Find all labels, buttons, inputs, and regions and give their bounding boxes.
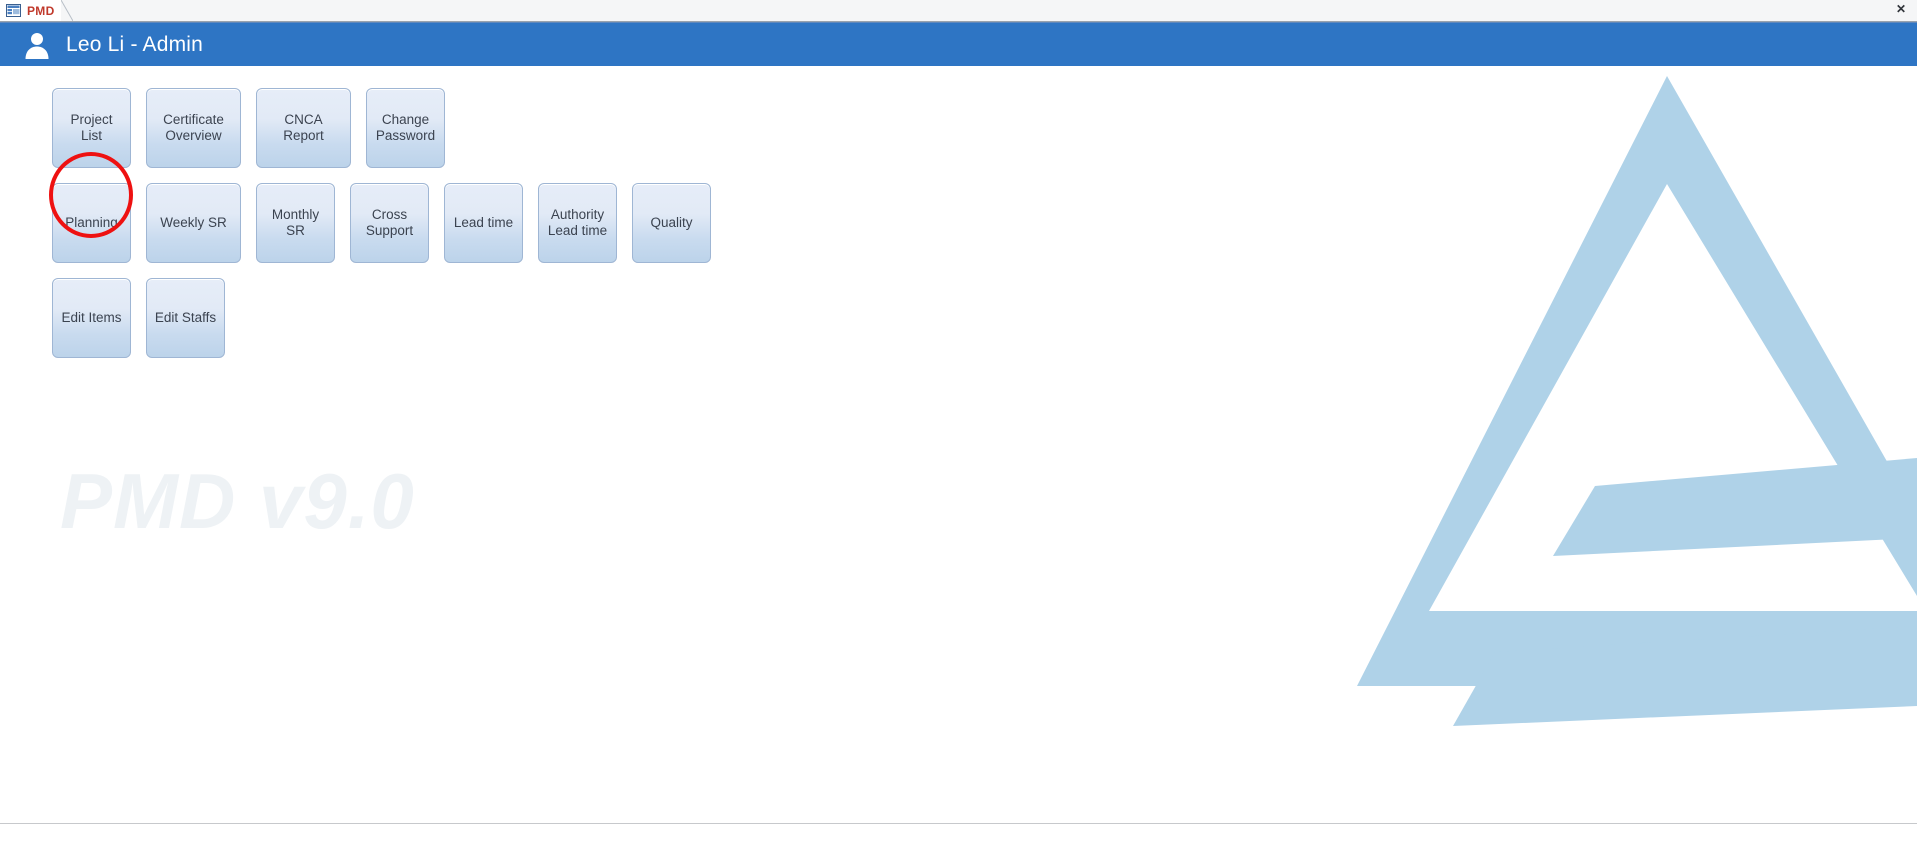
menu-button-label: Weekly SR xyxy=(160,215,227,231)
menu-button-certificate-overview[interactable]: Certificate Overview xyxy=(146,88,241,168)
menu-button-cross-support[interactable]: Cross Support xyxy=(350,183,429,263)
menu-button-label: Edit Items xyxy=(61,310,122,326)
menu-button-label: Edit Staffs xyxy=(154,310,217,326)
status-bar xyxy=(0,823,1917,846)
document-tab-label: PMD xyxy=(27,3,55,18)
main-canvas: PMD v9.0 Project List Certificate Overvi… xyxy=(0,66,1917,823)
user-avatar-icon xyxy=(22,30,52,60)
menu-button-label: Monthly SR xyxy=(271,207,320,238)
menu-button-row: Project List Certificate Overview CNCA R… xyxy=(52,88,1052,168)
user-name-label: Leo Li - Admin xyxy=(66,32,204,56)
menu-button-label: Change Password xyxy=(375,112,436,143)
menu-button-label: Lead time xyxy=(453,215,514,231)
user-header-bar: Leo Li - Admin xyxy=(0,22,1917,66)
close-icon[interactable]: ✕ xyxy=(1894,2,1908,16)
menu-button-label: Cross Support xyxy=(365,207,414,238)
menu-button-monthly-sr[interactable]: Monthly SR xyxy=(256,183,335,263)
menu-button-label: CNCA Report xyxy=(283,112,324,143)
menu-button-row: Planning Weekly SR Monthly SR Cross Supp… xyxy=(52,183,1052,263)
menu-button-edit-items[interactable]: Edit Items xyxy=(52,278,131,358)
document-tab-pmd[interactable]: PMD xyxy=(0,0,73,21)
menu-button-label: Quality xyxy=(650,215,693,231)
menu-button-cnca-report[interactable]: CNCA Report xyxy=(256,88,351,168)
version-watermark: PMD v9.0 xyxy=(60,457,415,545)
menu-button-planning[interactable]: Planning xyxy=(52,183,131,263)
menu-button-weekly-sr[interactable]: Weekly SR xyxy=(146,183,241,263)
access-form-icon xyxy=(6,4,21,17)
menu-button-label: Certificate Overview xyxy=(163,112,224,143)
menu-button-edit-staffs[interactable]: Edit Staffs xyxy=(146,278,225,358)
tab-slant-edge xyxy=(61,0,73,21)
triangle-delta-logo xyxy=(1357,66,1917,766)
menu-button-change-password[interactable]: Change Password xyxy=(366,88,445,168)
menu-button-project-list[interactable]: Project List xyxy=(52,88,131,168)
menu-button-authority-lead-time[interactable]: Authority Lead time xyxy=(538,183,617,263)
document-tab-strip: PMD ✕ xyxy=(0,0,1917,22)
menu-button-label: Planning xyxy=(65,215,118,231)
menu-button-quality[interactable]: Quality xyxy=(632,183,711,263)
menu-button-label: Project List xyxy=(70,112,113,143)
menu-button-lead-time[interactable]: Lead time xyxy=(444,183,523,263)
menu-button-label: Authority Lead time xyxy=(547,207,608,238)
menu-button-row: Edit Items Edit Staffs xyxy=(52,278,1052,358)
menu-button-grid: Project List Certificate Overview CNCA R… xyxy=(52,88,1052,373)
